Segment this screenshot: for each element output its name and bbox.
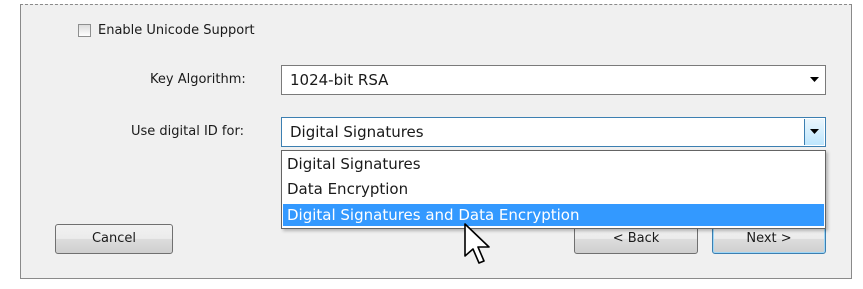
use-digital-id-value: Digital Signatures bbox=[290, 123, 424, 141]
enable-unicode-label: Enable Unicode Support bbox=[98, 23, 255, 38]
chevron-down-icon bbox=[810, 129, 819, 134]
enable-unicode-checkbox[interactable] bbox=[78, 24, 91, 37]
use-digital-id-dropdown-button[interactable] bbox=[804, 119, 824, 145]
key-algorithm-value: 1024-bit RSA bbox=[290, 71, 389, 89]
key-algorithm-label: Key Algorithm: bbox=[150, 72, 246, 87]
use-digital-id-select[interactable]: Digital Signatures bbox=[281, 117, 826, 147]
use-digital-id-dropdown-list: Digital Signatures Data Encryption Digit… bbox=[281, 150, 826, 229]
option-digital-signatures[interactable]: Digital Signatures bbox=[283, 153, 824, 175]
key-algorithm-dropdown-button[interactable] bbox=[805, 67, 824, 93]
key-algorithm-select[interactable]: 1024-bit RSA bbox=[281, 65, 826, 95]
option-data-encryption[interactable]: Data Encryption bbox=[283, 178, 824, 200]
chevron-down-icon bbox=[810, 77, 819, 82]
cancel-button[interactable]: Cancel bbox=[55, 224, 173, 254]
use-digital-id-label: Use digital ID for: bbox=[131, 124, 244, 139]
option-signatures-and-encryption[interactable]: Digital Signatures and Data Encryption bbox=[283, 204, 824, 226]
mouse-pointer-icon bbox=[464, 223, 490, 264]
